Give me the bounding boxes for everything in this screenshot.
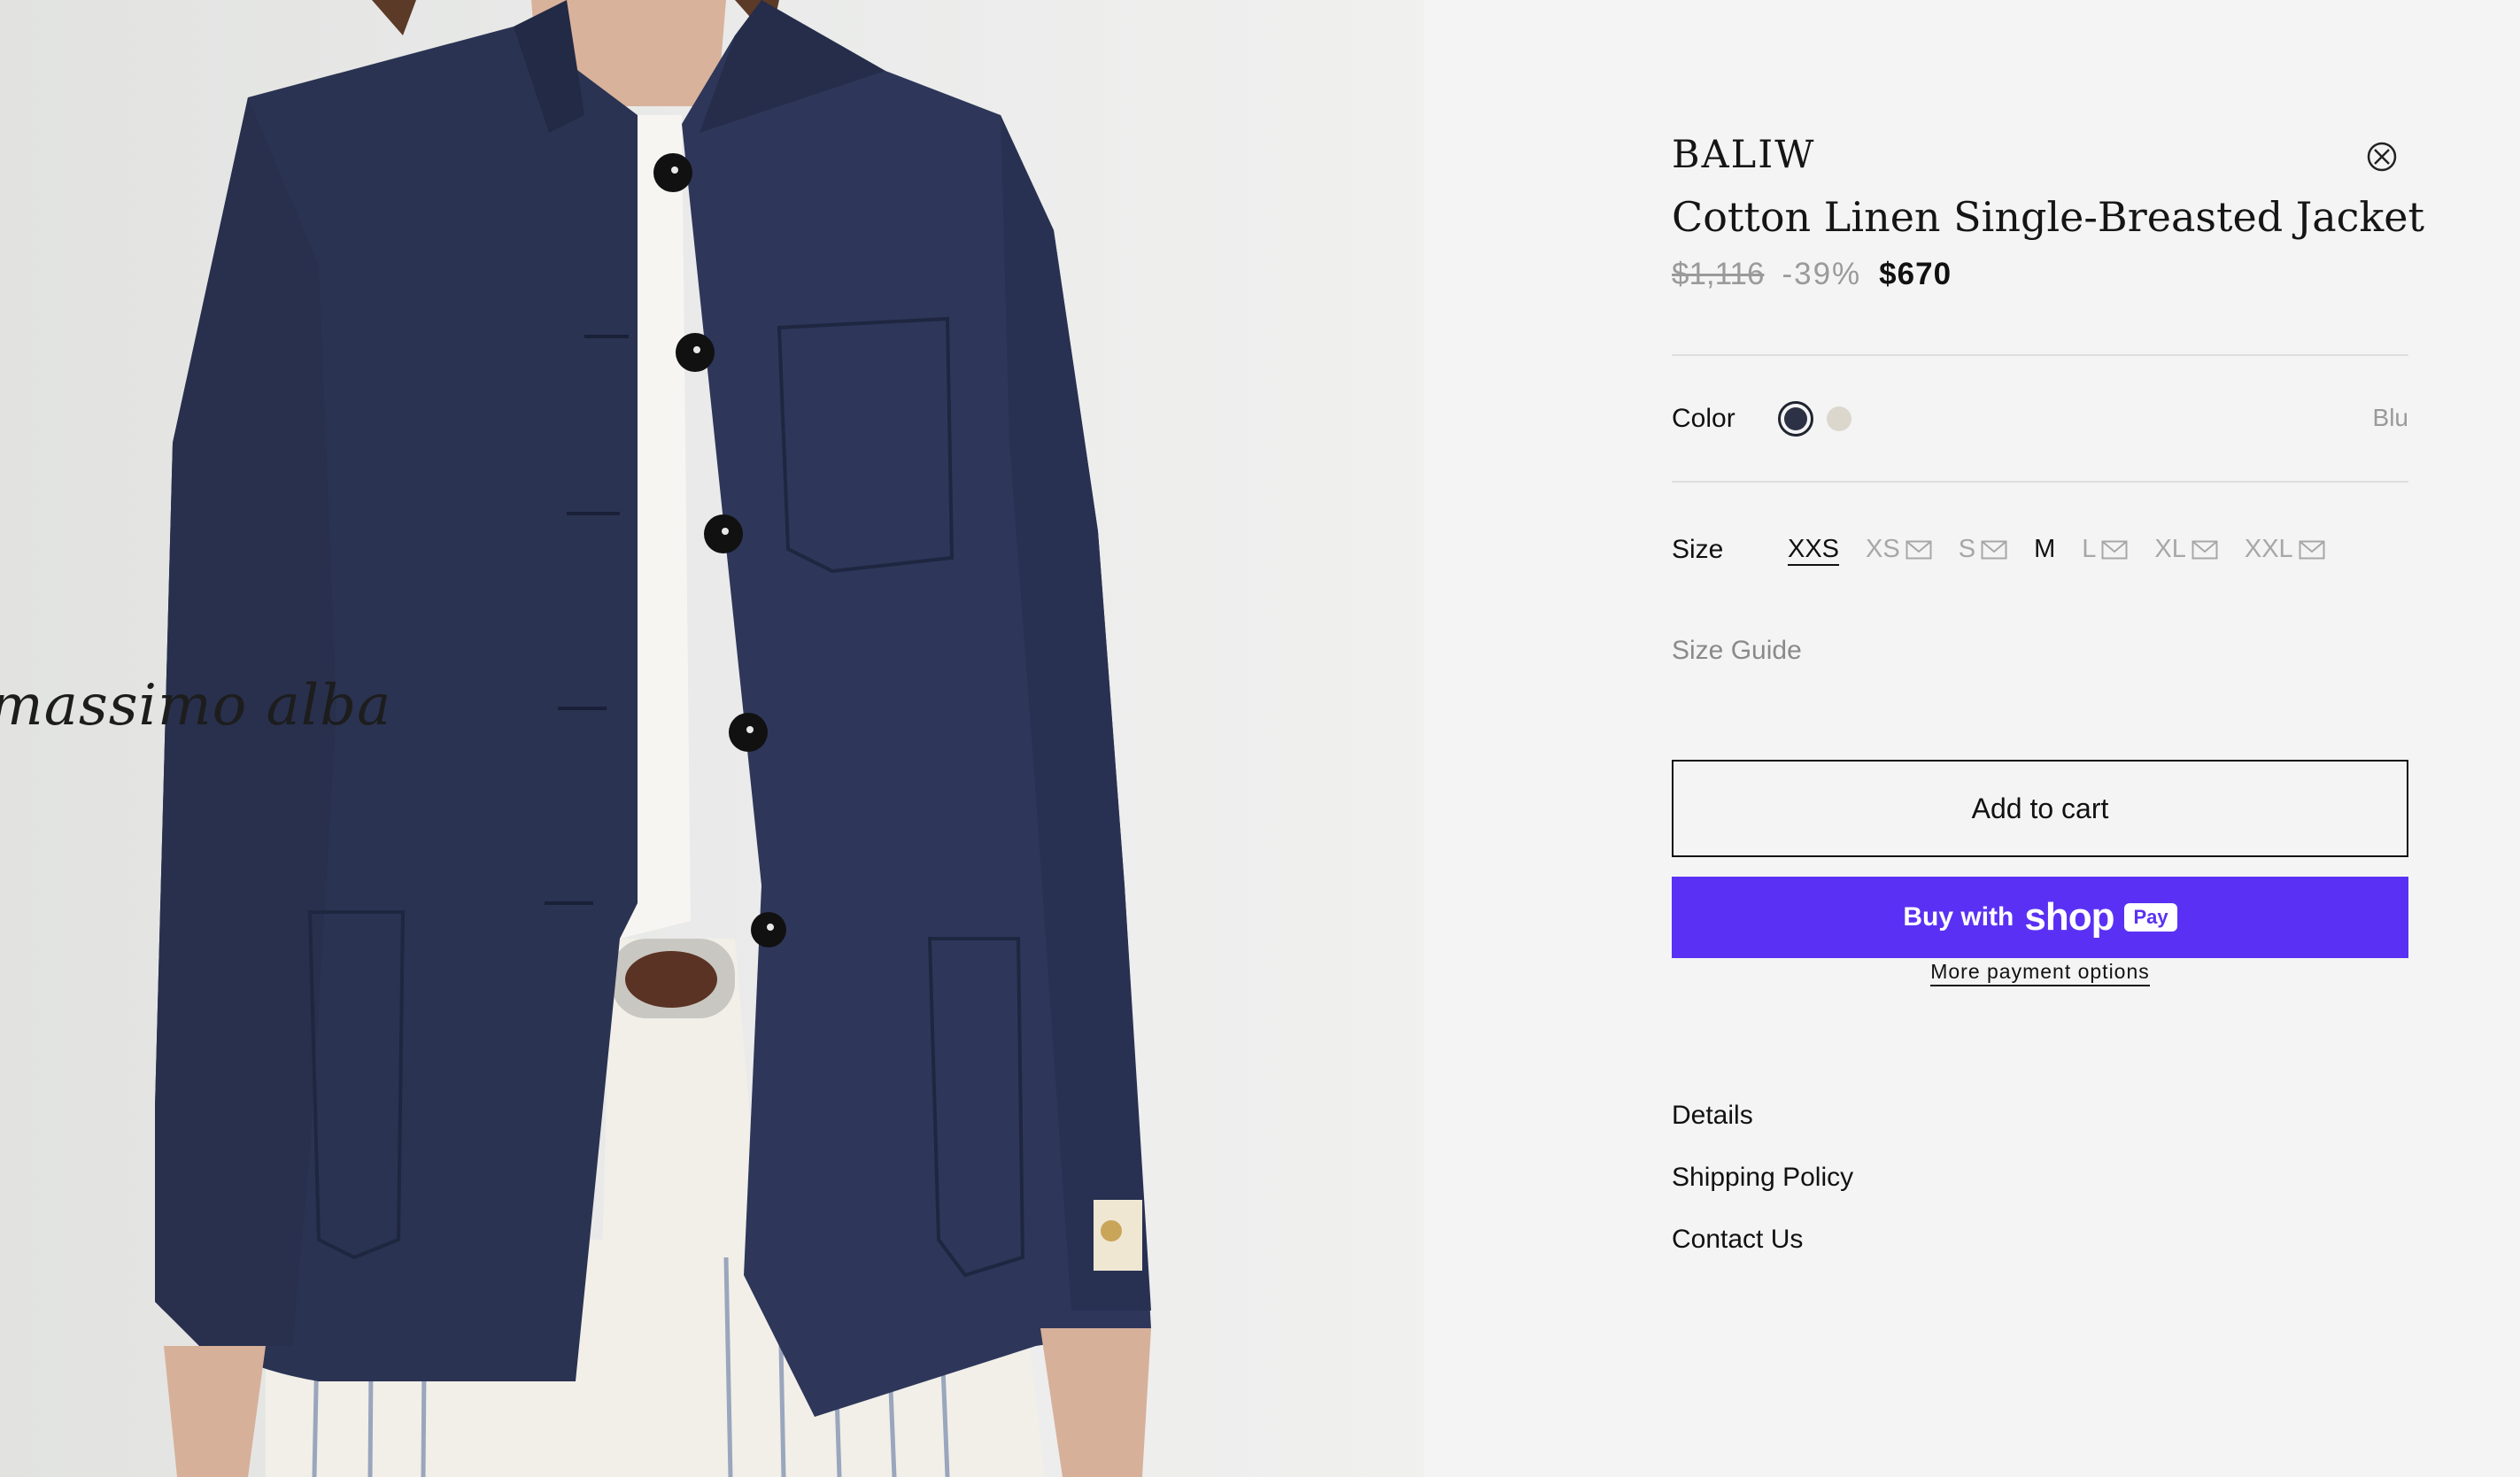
discount-badge: -39%: [1782, 257, 1862, 291]
mail-icon: [1905, 540, 1932, 559]
selected-color-value: Blu: [2372, 404, 2408, 431]
sale-price: $670: [1879, 257, 1952, 291]
size-option-xxs[interactable]: XXS: [1788, 535, 1839, 564]
size-options: XXS XS S M L XL XXL: [1788, 535, 2325, 564]
shop-pay-button[interactable]: Buy with shop Pay: [1672, 877, 2408, 958]
size-option-m[interactable]: M: [2034, 535, 2055, 564]
accordion-shipping-policy[interactable]: Shipping Policy: [1672, 1163, 1853, 1193]
color-label: Color: [1672, 404, 1735, 433]
add-to-cart-button[interactable]: Add to cart: [1672, 760, 2408, 857]
product-image[interactable]: massimo alba: [0, 0, 1424, 1477]
price-row: $1,116 -39% $670: [1672, 257, 1952, 292]
product-title: Cotton Linen Single-Breasted Jacket: [1672, 193, 2424, 241]
accordion-contact-us[interactable]: Contact Us: [1672, 1225, 1803, 1255]
size-label: Size: [1672, 535, 1724, 564]
size-option-xl[interactable]: XL: [2154, 535, 2218, 564]
mail-icon: [2101, 540, 2128, 559]
product-vendor[interactable]: BALIW: [1672, 133, 1815, 177]
color-swatch-navy[interactable]: [1778, 401, 1813, 437]
mail-icon: [1981, 540, 2007, 559]
mail-icon: [2299, 540, 2325, 559]
compare-at-price: $1,116: [1672, 257, 1765, 291]
pay-badge: Pay: [2124, 903, 2177, 932]
accordion-details[interactable]: Details: [1672, 1101, 1753, 1131]
jacket-illustration: [155, 0, 1151, 1477]
color-swatch-ecru[interactable]: [1827, 406, 1851, 431]
brand-watermark: massimo alba: [0, 673, 392, 738]
divider: [1672, 354, 2408, 356]
size-option-l[interactable]: L: [2082, 535, 2128, 564]
size-option-s[interactable]: S: [1959, 535, 2007, 564]
divider: [1672, 481, 2408, 483]
size-option-xxl[interactable]: XXL: [2245, 535, 2325, 564]
product-info-panel: BALIW Cotton Linen Single-Breasted Jacke…: [1424, 0, 2520, 1477]
mail-icon: [2191, 540, 2218, 559]
more-payment-options-link[interactable]: More payment options: [1672, 960, 2408, 986]
buy-with-label: Buy with: [1903, 902, 2014, 932]
size-option-xs[interactable]: XS: [1866, 535, 1932, 564]
shop-logo: shop: [2024, 895, 2114, 939]
size-guide-link[interactable]: Size Guide: [1672, 636, 1802, 666]
close-icon[interactable]: [2365, 140, 2399, 174]
